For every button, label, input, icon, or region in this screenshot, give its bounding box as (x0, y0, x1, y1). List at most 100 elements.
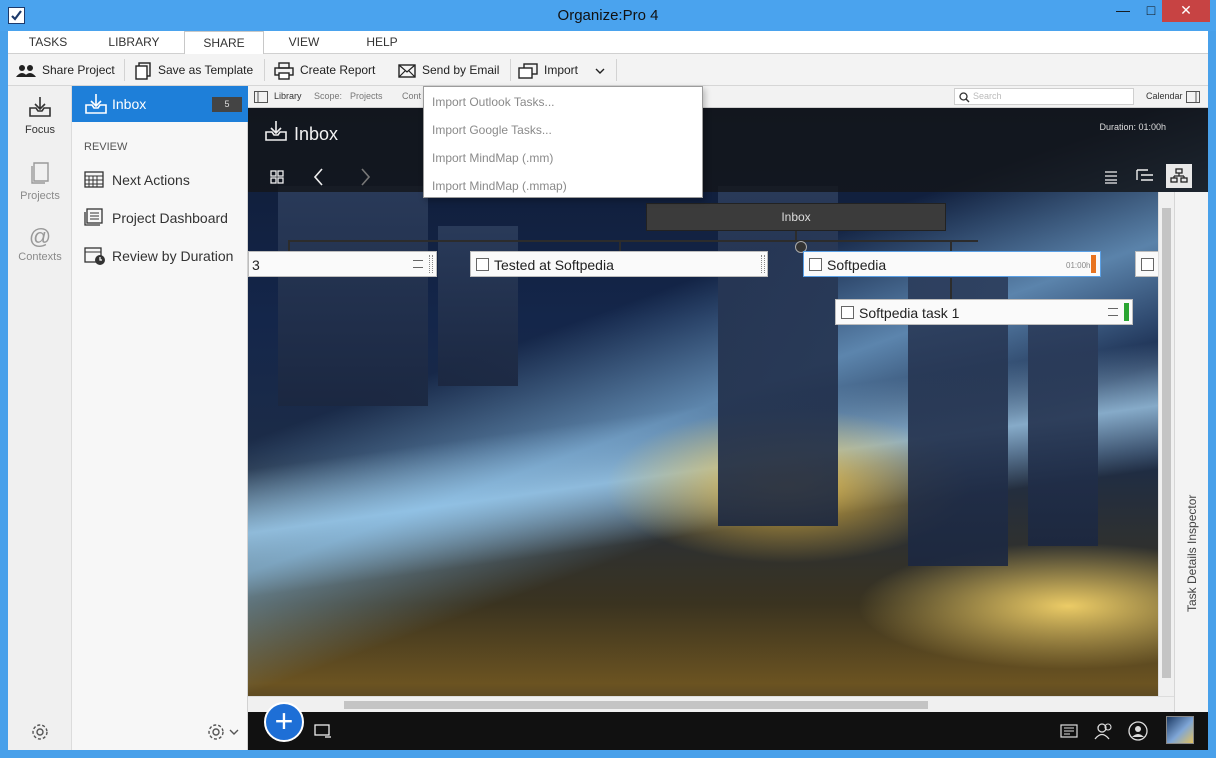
ribbon-toolbar: Share Project Save as Template Create Re… (8, 54, 1208, 86)
menu-item-import-mindmap-mmap[interactable]: Import MindMap (.mmap) (432, 179, 567, 193)
add-task-button[interactable]: + (264, 702, 304, 742)
map-node-selected[interactable]: Softpedia 01:00h (803, 251, 1101, 277)
menu-item-import-outlook[interactable]: Import Outlook Tasks... (432, 95, 555, 109)
chevron-down-icon (595, 55, 605, 87)
background-thumbnail[interactable] (1166, 716, 1194, 744)
task-checkbox[interactable] (841, 306, 854, 319)
library-panel-icon[interactable] (254, 91, 268, 103)
save-as-template-button[interactable]: Save as Template (134, 54, 253, 86)
page-title: Inbox (294, 124, 339, 144)
import-icon (518, 63, 538, 79)
node-label: Tested at Softpedia (494, 257, 614, 273)
mode-rail: Focus Projects @ Contexts (8, 86, 72, 750)
main-canvas: Library Scope: Projects Cont Search Cale… (248, 86, 1208, 750)
save-as-template-label: Save as Template (158, 63, 254, 77)
calendar-toggle[interactable]: Calendar (1146, 91, 1183, 101)
menu-item-import-google[interactable]: Import Google Tasks... (432, 123, 552, 137)
title-bar: Organize:Pro 4 — □ ✕ (0, 0, 1216, 31)
drag-handle-icon[interactable] (429, 255, 433, 273)
inbox-icon (85, 94, 107, 114)
sidebar: Inbox 5 REVIEW Next Actions Project Dash… (72, 86, 248, 750)
task-checkbox[interactable] (476, 258, 489, 271)
search-icon (959, 92, 970, 103)
grid-view-icon[interactable] (270, 170, 284, 184)
scope-label: Scope: (314, 91, 343, 101)
scope-projects[interactable]: Projects (350, 91, 383, 101)
app-window: Organize:Pro 4 — □ ✕ TASKS LIBRARY SHARE… (0, 0, 1216, 758)
tab-view[interactable]: VIEW (284, 31, 324, 54)
priority-marker (1124, 303, 1129, 321)
template-icon (135, 62, 151, 80)
project-dashboard-label: Project Dashboard (112, 210, 228, 226)
task-details-inspector[interactable]: Task Details Inspector (1174, 192, 1208, 712)
menu-item-import-mindmap-mm[interactable]: Import MindMap (.mm) (432, 151, 553, 165)
create-report-button[interactable]: Create Report (274, 54, 375, 86)
send-by-email-button[interactable]: Send by Email (398, 54, 499, 86)
library-toggle[interactable]: Library (274, 91, 302, 101)
rail-label-focus: Focus (25, 124, 55, 136)
scope-contexts[interactable]: Cont (402, 91, 421, 101)
map-node[interactable]: Softpedia task 1 (835, 299, 1133, 325)
share-project-label: Share Project (42, 63, 115, 77)
node-label: Softpedia task 1 (859, 305, 960, 321)
rail-label-projects: Projects (20, 190, 60, 202)
forward-arrow-icon[interactable] (360, 168, 370, 186)
vertical-scrollbar[interactable] (1158, 192, 1174, 697)
import-label: Import (544, 63, 579, 77)
review-by-duration-label: Review by Duration (112, 248, 234, 264)
users-icon[interactable] (1094, 722, 1114, 740)
search-input[interactable]: Search (954, 88, 1134, 105)
tab-help[interactable]: HELP (360, 31, 404, 54)
map-root-node[interactable]: Inbox (646, 203, 946, 231)
map-node[interactable]: Tested at Softpedia (470, 251, 768, 277)
contexts-icon: @ (28, 224, 52, 249)
drag-handle-icon[interactable] (761, 255, 765, 273)
tab-library[interactable]: LIBRARY (104, 31, 164, 54)
outline-view-icon[interactable] (1136, 168, 1154, 184)
create-report-label: Create Report (300, 63, 376, 77)
rail-item-projects[interactable]: Projects (8, 162, 72, 202)
settings-gear-icon[interactable] (30, 722, 50, 742)
list-view-icon[interactable] (1104, 170, 1118, 184)
dashboard-icon (84, 208, 103, 226)
ribbon-tabs: TASKS LIBRARY SHARE VIEW HELP (8, 31, 1208, 55)
send-by-email-label: Send by Email (422, 63, 500, 77)
share-project-button[interactable]: Share Project (16, 54, 115, 86)
inbox-header-icon (265, 121, 287, 141)
review-section-header: REVIEW (84, 141, 128, 153)
envelope-icon (398, 64, 416, 78)
horizontal-scrollbar[interactable] (248, 696, 1174, 712)
bottom-bar (248, 712, 1208, 750)
view-header: Inbox Duration: 01:00h (248, 108, 1208, 192)
map-node[interactable]: 3 (248, 251, 437, 277)
map-node-partial[interactable] (1135, 251, 1159, 277)
node-label: 3 (252, 257, 260, 273)
inspector-label: Task Details Inspector (1185, 494, 1199, 612)
tab-share[interactable]: SHARE (184, 31, 264, 55)
priority-marker (1091, 255, 1096, 273)
duration-readout: Duration: 01:00h (1099, 122, 1166, 132)
minimize-button[interactable]: — (1108, 0, 1138, 22)
projects-icon (31, 162, 49, 184)
focus-icon (29, 97, 51, 117)
tab-tasks[interactable]: TASKS (22, 31, 74, 54)
account-icon[interactable] (1128, 721, 1148, 741)
task-checkbox[interactable] (809, 258, 822, 271)
back-arrow-icon[interactable] (314, 168, 324, 186)
close-button[interactable]: ✕ (1162, 0, 1210, 22)
sidebar-item-inbox[interactable]: Inbox 5 (72, 86, 248, 122)
view-bar: Library Scope: Projects Cont Search Cale… (248, 86, 1208, 108)
task-checkbox[interactable] (1141, 258, 1154, 271)
clock-calendar-icon (84, 247, 105, 265)
rail-item-contexts[interactable]: @ Contexts (8, 224, 72, 264)
calendar-panel-icon[interactable] (1186, 91, 1200, 103)
rail-label-contexts: Contexts (18, 251, 62, 263)
import-button[interactable]: Import (518, 54, 605, 86)
mindmap-view-button[interactable] (1166, 164, 1192, 188)
news-icon[interactable] (1060, 724, 1078, 738)
rail-item-focus[interactable]: Focus (8, 96, 72, 136)
sidebar-settings-gear-icon[interactable] (206, 722, 242, 742)
quick-capture-icon[interactable] (314, 724, 332, 738)
window-title: Organize:Pro 4 (557, 7, 659, 24)
node-duration: 01:00h (1066, 261, 1091, 270)
